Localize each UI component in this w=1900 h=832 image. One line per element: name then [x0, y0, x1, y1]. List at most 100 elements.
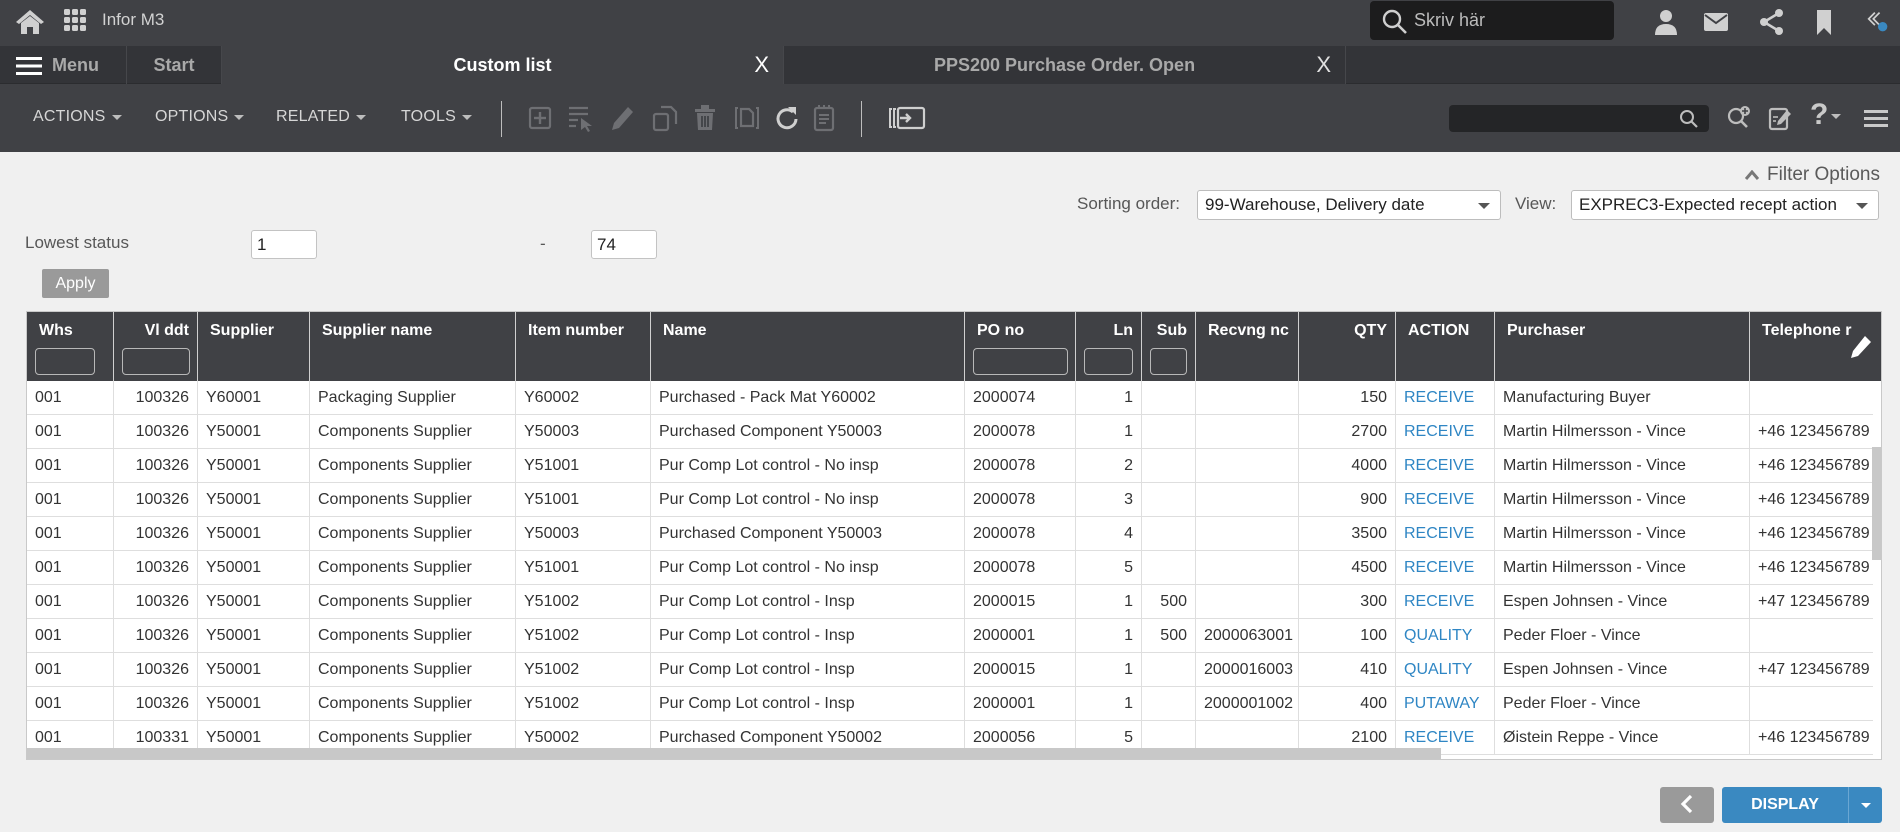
action-link[interactable]: RECEIVE [1396, 551, 1495, 585]
filter-options-toggle[interactable]: Filter Options [1745, 164, 1880, 186]
close-tab-icon[interactable]: X [1316, 52, 1331, 78]
lowest-status-from-input[interactable] [251, 230, 317, 259]
tab-custom-list[interactable]: Custom list X [222, 46, 784, 84]
action-link[interactable]: RECEIVE [1396, 585, 1495, 619]
tab-pps200[interactable]: PPS200 Purchase Order. Open X [784, 46, 1346, 84]
global-search-input[interactable] [1414, 7, 1604, 33]
share-icon[interactable] [1758, 8, 1786, 36]
menu-button[interactable]: Menu [0, 46, 127, 84]
table-cell: 2000078 [965, 517, 1076, 551]
column-header[interactable]: Ln [1076, 312, 1142, 381]
column-header[interactable]: Purchaser [1495, 312, 1750, 381]
table-row[interactable]: 001 100326 Y50001 Components Supplier Y51001… [27, 449, 1873, 483]
apps-grid-icon[interactable] [63, 8, 87, 32]
table-cell: 001 [27, 551, 114, 585]
column-filter-input[interactable] [973, 348, 1068, 375]
global-search[interactable] [1370, 1, 1614, 40]
caret-down-icon [356, 114, 367, 120]
table-row[interactable]: 001 100326 Y50001 Components Supplier Y51002… [27, 653, 1873, 687]
table-cell: 1 [1076, 619, 1142, 653]
table-cell: 2000001 [965, 687, 1076, 721]
column-header[interactable]: Recvng nc [1196, 312, 1299, 381]
column-header[interactable]: QTY [1299, 312, 1396, 381]
table-row[interactable]: 001 100326 Y50001 Components Supplier Y51002… [27, 585, 1873, 619]
home-icon[interactable] [14, 7, 46, 37]
edit-columns-icon[interactable] [1849, 334, 1873, 360]
actions-menu[interactable]: ACTIONS [33, 108, 122, 126]
lowest-status-to-input[interactable] [591, 230, 657, 259]
delete-icon[interactable] [692, 104, 718, 132]
toolbar-search[interactable] [1449, 105, 1709, 132]
column-header[interactable]: ACTION [1396, 312, 1495, 381]
table-cell [1142, 551, 1196, 585]
help-icon[interactable]: ? [1810, 98, 1842, 132]
table-cell: Espen Johnsen - Vince [1495, 653, 1750, 687]
edit-icon[interactable] [610, 104, 636, 132]
table-cell: Packaging Supplier [310, 381, 516, 415]
column-header[interactable]: Supplier [198, 312, 310, 381]
notes-icon[interactable] [811, 104, 837, 132]
personalize-icon[interactable] [1767, 104, 1793, 132]
table-row[interactable]: 001 100326 Y50001 Components Supplier Y50003… [27, 517, 1873, 551]
user-icon[interactable] [1652, 8, 1680, 36]
sorting-order-select[interactable]: 99-Warehouse, Delivery date [1197, 190, 1501, 220]
table-row[interactable]: 001 100326 Y50001 Components Supplier Y51002… [27, 619, 1873, 653]
column-filter-input[interactable] [1150, 348, 1187, 375]
action-link[interactable]: RECEIVE [1396, 415, 1495, 449]
table-row[interactable]: 001 100326 Y50001 Components Supplier Y51001… [27, 551, 1873, 585]
display-dropdown-button[interactable] [1849, 787, 1882, 823]
action-link[interactable]: PUTAWAY [1396, 687, 1495, 721]
table-row[interactable]: 001 100326 Y50001 Components Supplier Y51002… [27, 687, 1873, 721]
horizontal-scrollbar[interactable] [27, 748, 1441, 759]
table-row[interactable]: 001 100326 Y50001 Components Supplier Y51001… [27, 483, 1873, 517]
column-header[interactable]: PO no [965, 312, 1076, 381]
hamburger-menu-icon[interactable] [1863, 104, 1889, 132]
table-cell: Pur Comp Lot control - Insp [651, 687, 965, 721]
back-button[interactable] [1660, 787, 1714, 823]
column-header[interactable]: Supplier name [310, 312, 516, 381]
close-tab-icon[interactable]: X [754, 52, 769, 78]
column-header[interactable]: Whs [27, 312, 114, 381]
action-link[interactable]: RECEIVE [1396, 381, 1495, 415]
tools-menu[interactable]: TOOLS [401, 108, 472, 126]
display-button[interactable]: DISPLAY [1722, 787, 1849, 823]
table-cell: 900 [1299, 483, 1396, 517]
action-link[interactable]: RECEIVE [1396, 483, 1495, 517]
column-filter-input[interactable] [122, 348, 190, 375]
column-header[interactable]: Item number [516, 312, 651, 381]
table-cell: Components Supplier [310, 517, 516, 551]
table-row[interactable]: 001 100326 Y50001 Components Supplier Y50003… [27, 415, 1873, 449]
refresh-icon[interactable] [774, 104, 800, 132]
table-cell: 500 [1142, 585, 1196, 619]
action-link[interactable]: RECEIVE [1396, 517, 1495, 551]
apply-button[interactable]: Apply [42, 269, 109, 298]
table-row[interactable]: 001 100326 Y60001 Packaging Supplier Y60002 P… [27, 381, 1873, 415]
display-icon[interactable] [734, 104, 760, 132]
vertical-scrollbar[interactable] [1872, 447, 1881, 560]
column-header[interactable]: Name [651, 312, 965, 381]
column-header[interactable]: Sub [1142, 312, 1196, 381]
tab-start[interactable]: Start [127, 46, 222, 84]
bookmark-icon[interactable] [1810, 8, 1838, 36]
action-link[interactable]: QUALITY [1396, 653, 1495, 687]
column-header[interactable]: Vl ddt [114, 312, 198, 381]
data-grid: Whs Vl ddt Supplier Supplier name Item numbe… [26, 311, 1882, 760]
table-cell: Manufacturing Buyer [1495, 381, 1750, 415]
mail-icon[interactable] [1702, 8, 1730, 36]
table-cell: Y50003 [516, 415, 651, 449]
column-filter-input[interactable] [1084, 348, 1133, 375]
add-search-icon[interactable] [1726, 104, 1752, 132]
select-icon[interactable] [568, 104, 594, 132]
action-link[interactable]: QUALITY [1396, 619, 1495, 653]
view-value: EXPREC3-Expected recept action [1579, 195, 1837, 214]
view-select[interactable]: EXPREC3-Expected recept action [1571, 190, 1879, 220]
related-menu[interactable]: RELATED [276, 108, 367, 126]
range-separator: - [540, 234, 546, 253]
new-icon[interactable] [527, 104, 553, 132]
options-menu[interactable]: OPTIONS [155, 108, 245, 126]
copy-icon[interactable] [652, 104, 678, 132]
action-link[interactable]: RECEIVE [1396, 449, 1495, 483]
open-related-icon[interactable] [888, 104, 928, 132]
collapse-chevrons-icon[interactable] [1864, 8, 1892, 36]
column-filter-input[interactable] [35, 348, 95, 375]
